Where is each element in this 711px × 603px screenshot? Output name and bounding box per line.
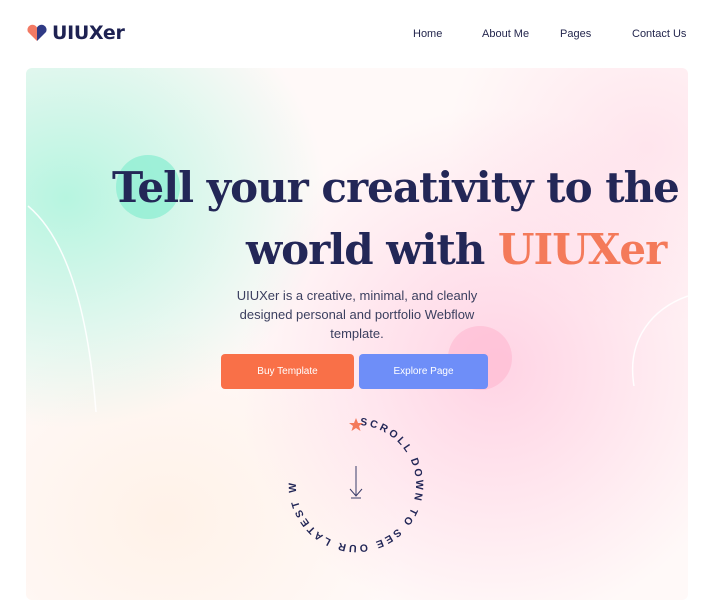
- arrow-down-icon: [349, 466, 363, 499]
- nav-about-link[interactable]: About Me: [482, 28, 529, 40]
- svg-text:SCROLL DOWN TO SEE OUR LATEST: SCROLL DOWN TO SEE OUR LATEST WORK: [281, 410, 425, 554]
- brand-name: UIUXer: [52, 22, 125, 44]
- headline-accent: UIUXer: [497, 225, 667, 274]
- headline-prefix: world with: [246, 225, 498, 274]
- brand-logo[interactable]: UIUXer: [26, 22, 125, 44]
- hero-headline-line1: Tell your creativity to the: [112, 163, 680, 212]
- nav-home-link[interactable]: Home: [413, 28, 442, 40]
- nav-pages-link[interactable]: Pages: [560, 28, 591, 40]
- hero-section: Tell your creativity to the world with U…: [26, 68, 688, 600]
- heart-logo-icon: [26, 24, 48, 42]
- scroll-circle-text: SCROLL DOWN TO SEE OUR LATEST WORK: [281, 410, 422, 554]
- buy-template-button[interactable]: Buy Template: [221, 354, 354, 389]
- scroll-down-badge[interactable]: SCROLL DOWN TO SEE OUR LATEST WORK: [281, 410, 431, 560]
- nav-contact-link[interactable]: Contact Us: [632, 28, 686, 40]
- site-header: UIUXer Home About Me Pages Contact Us: [0, 0, 711, 68]
- explore-page-button[interactable]: Explore Page: [359, 354, 488, 389]
- hero-headline-line2: world with UIUXer: [246, 225, 667, 274]
- hero-description: UIUXer is a creative, minimal, and clean…: [236, 288, 478, 341]
